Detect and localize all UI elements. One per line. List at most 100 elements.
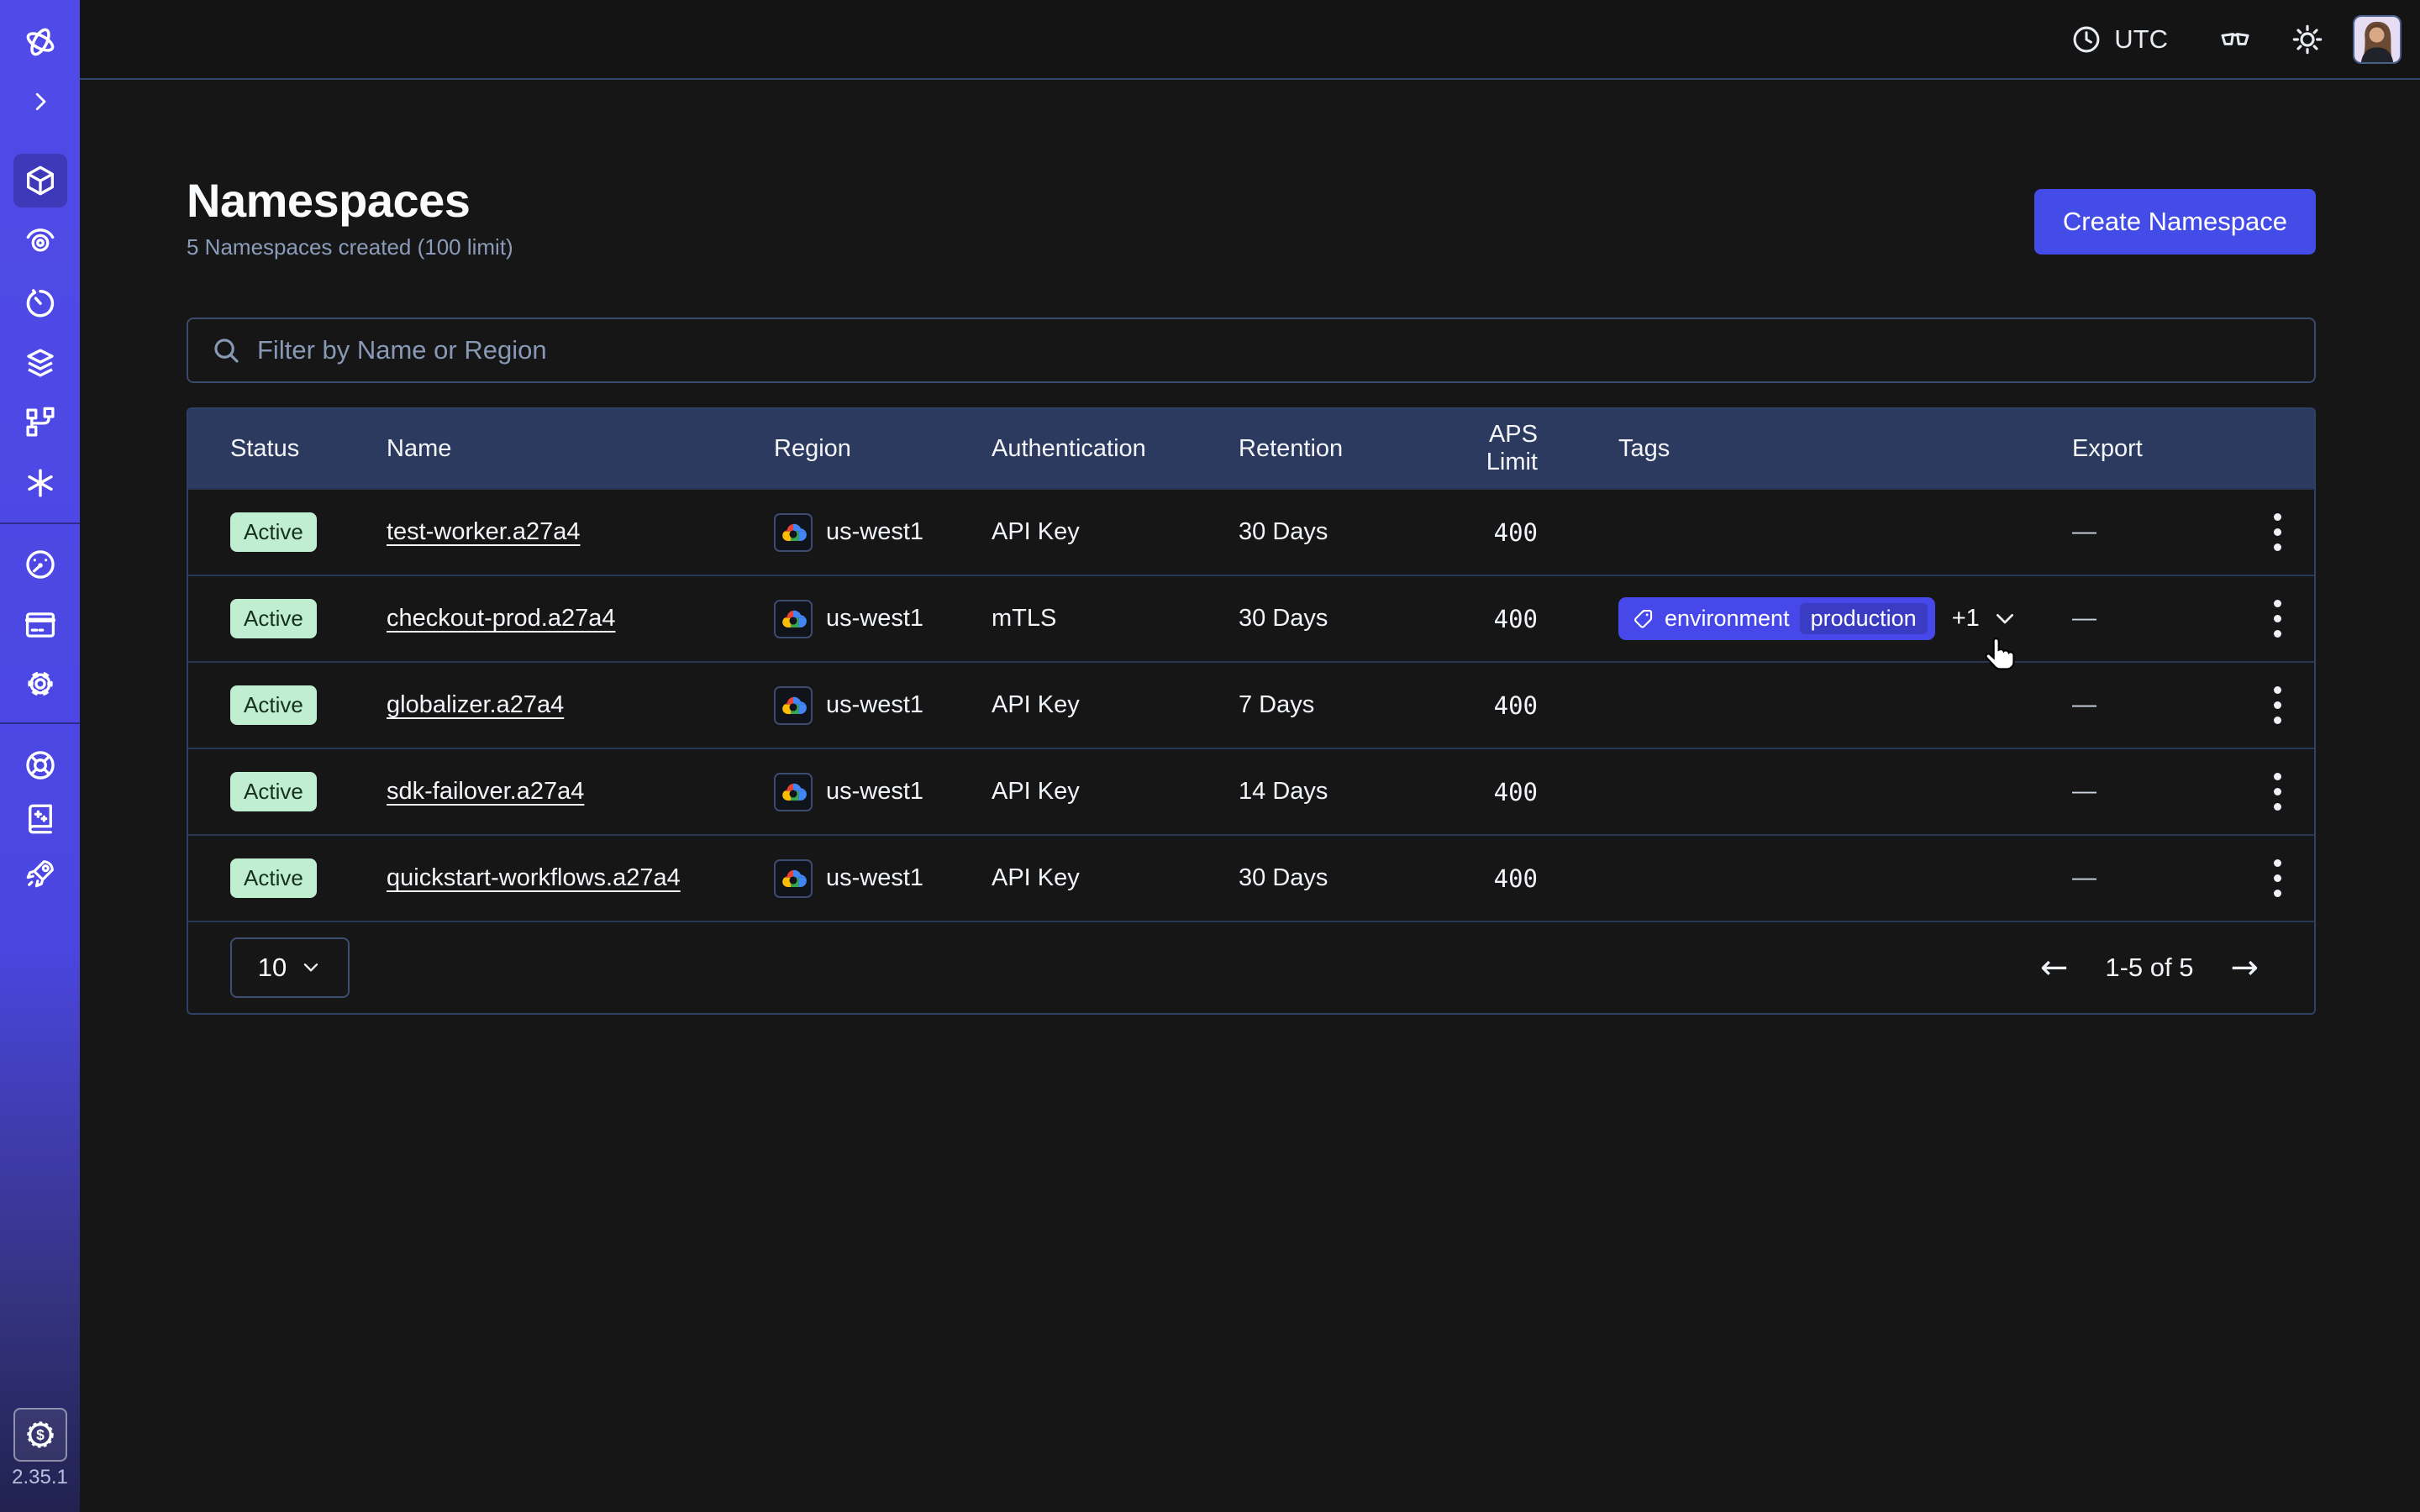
status-badge: Active [230,512,317,552]
retention-cell: 14 Days [1239,778,1433,806]
namespace-link[interactable]: checkout-prod.a27a4 [387,605,615,632]
clock-icon [2070,24,2102,55]
table-row: Active test-worker.a27a4 us-west1 API Ke… [188,488,2314,575]
table-row: Active checkout-prod.a27a4 us-west1 mTLS… [188,575,2314,661]
filter-input[interactable] [257,335,2292,365]
retention-cell: 30 Days [1239,518,1433,546]
gcp-cloud-icon [774,600,813,638]
app-version: 2.35.1 [0,1466,80,1489]
namespace-link[interactable]: globalizer.a27a4 [387,691,564,718]
gcp-cloud-icon [774,773,813,811]
col-export: Export [2072,435,2237,463]
search-icon [210,334,242,366]
reader-mode-button[interactable] [2218,23,2252,56]
export-cell: — [2072,691,2237,719]
tag-chip[interactable]: environment production [1618,597,1935,640]
region-label: us-west1 [826,864,923,892]
row-menu-button[interactable] [2265,678,2290,732]
docs-book-icon [23,801,58,837]
sidebar-item-schedules[interactable] [13,276,67,329]
region-label: us-west1 [826,691,923,719]
status-badge: Active [230,858,317,898]
table-row: Active sdk-failover.a27a4 us-west1 API K… [188,748,2314,834]
gcp-cloud-icon [774,686,813,725]
gcp-cloud-icon [774,513,813,552]
sidebar-expand-button[interactable] [13,75,67,129]
region-label: us-west1 [826,778,923,806]
namespace-link[interactable]: sdk-failover.a27a4 [387,778,584,805]
aps-limit-cell: 400 [1433,518,1538,547]
region-label: us-west1 [826,605,923,633]
auth-cell: API Key [992,864,1239,892]
glasses-icon [2218,23,2252,56]
credits-badge-button[interactable]: $ [13,1408,67,1462]
timezone-button[interactable]: UTC [2070,24,2168,55]
row-menu-button[interactable] [2265,505,2290,559]
aps-limit-cell: 400 [1433,778,1538,806]
sidebar-item-docs[interactable] [13,792,67,846]
retention-cell: 30 Days [1239,864,1433,892]
region-cell: us-west1 [774,600,992,638]
row-menu-button[interactable] [2265,764,2290,819]
row-menu-button[interactable] [2265,591,2290,646]
user-avatar[interactable] [2353,15,2402,64]
auth-cell: API Key [992,691,1239,719]
namespace-link[interactable]: test-worker.a27a4 [387,518,581,545]
sun-icon [2291,23,2324,56]
namespaces-table: Status Name Region Authentication Retent… [187,407,2316,1015]
tag-expand-button[interactable] [1988,602,2022,636]
sidebar-item-usage[interactable] [13,538,67,591]
theme-toggle-button[interactable] [2291,23,2324,56]
page-size-select[interactable]: 10 [230,937,350,998]
export-cell: — [2072,605,2237,633]
chevron-down-icon [300,957,322,979]
row-menu-button[interactable] [2265,851,2290,906]
sidebar-item-namespaces[interactable] [13,154,67,207]
rocket-icon [23,856,58,891]
namespace-link[interactable]: quickstart-workflows.a27a4 [387,864,681,891]
timer-icon [23,285,58,320]
sidebar-item-support[interactable] [13,738,67,792]
dollar-badge-icon: $ [24,1418,57,1452]
sidebar-item-nexus[interactable] [13,456,67,510]
retention-cell: 30 Days [1239,605,1433,633]
layers-icon [23,345,58,381]
lifering-support-icon [23,748,58,783]
main-content: Namespaces 5 Namespaces created (100 lim… [80,81,2420,1015]
gear-settings-icon [23,666,58,701]
tags-cell: environment production +1 [1538,597,2072,640]
export-cell: — [2072,518,2237,546]
status-badge: Active [230,772,317,811]
temporal-logo [13,15,67,69]
col-retention: Retention [1239,435,1433,463]
region-label: us-west1 [826,518,923,546]
table-header-row: Status Name Region Authentication Retent… [188,409,2314,488]
cube-namespaces-icon [23,163,58,198]
page-header: Namespaces 5 Namespaces created (100 lim… [187,174,2316,260]
auth-cell: API Key [992,518,1239,546]
col-region: Region [774,435,992,463]
page-title: Namespaces [187,174,513,228]
sidebar-item-monitor[interactable] [13,214,67,268]
tag-key: environment [1665,606,1790,632]
topbar: UTC [80,0,2420,80]
sidebar-item-billing[interactable] [13,598,67,652]
sidebar-divider [0,522,80,524]
sidebar-item-deployments[interactable] [13,336,67,390]
aps-limit-cell: 400 [1433,605,1538,633]
next-page-button[interactable]: → [2230,951,2259,984]
asterisk-icon [23,465,58,501]
retention-cell: 7 Days [1239,691,1433,719]
tag-icon [1631,607,1655,631]
gauge-usage-icon [23,547,58,582]
sidebar-item-workflows[interactable] [13,396,67,449]
col-name: Name [387,435,774,463]
sidebar-item-settings[interactable] [13,657,67,711]
sidebar-item-get-started[interactable] [13,847,67,900]
pagination-bar: 10 ← 1-5 of 5 → [188,921,2314,1013]
gcp-cloud-icon [774,859,813,898]
auth-cell: mTLS [992,605,1239,633]
prev-page-button[interactable]: ← [2040,951,2069,984]
export-cell: — [2072,864,2237,892]
create-namespace-button[interactable]: Create Namespace [2034,189,2316,255]
